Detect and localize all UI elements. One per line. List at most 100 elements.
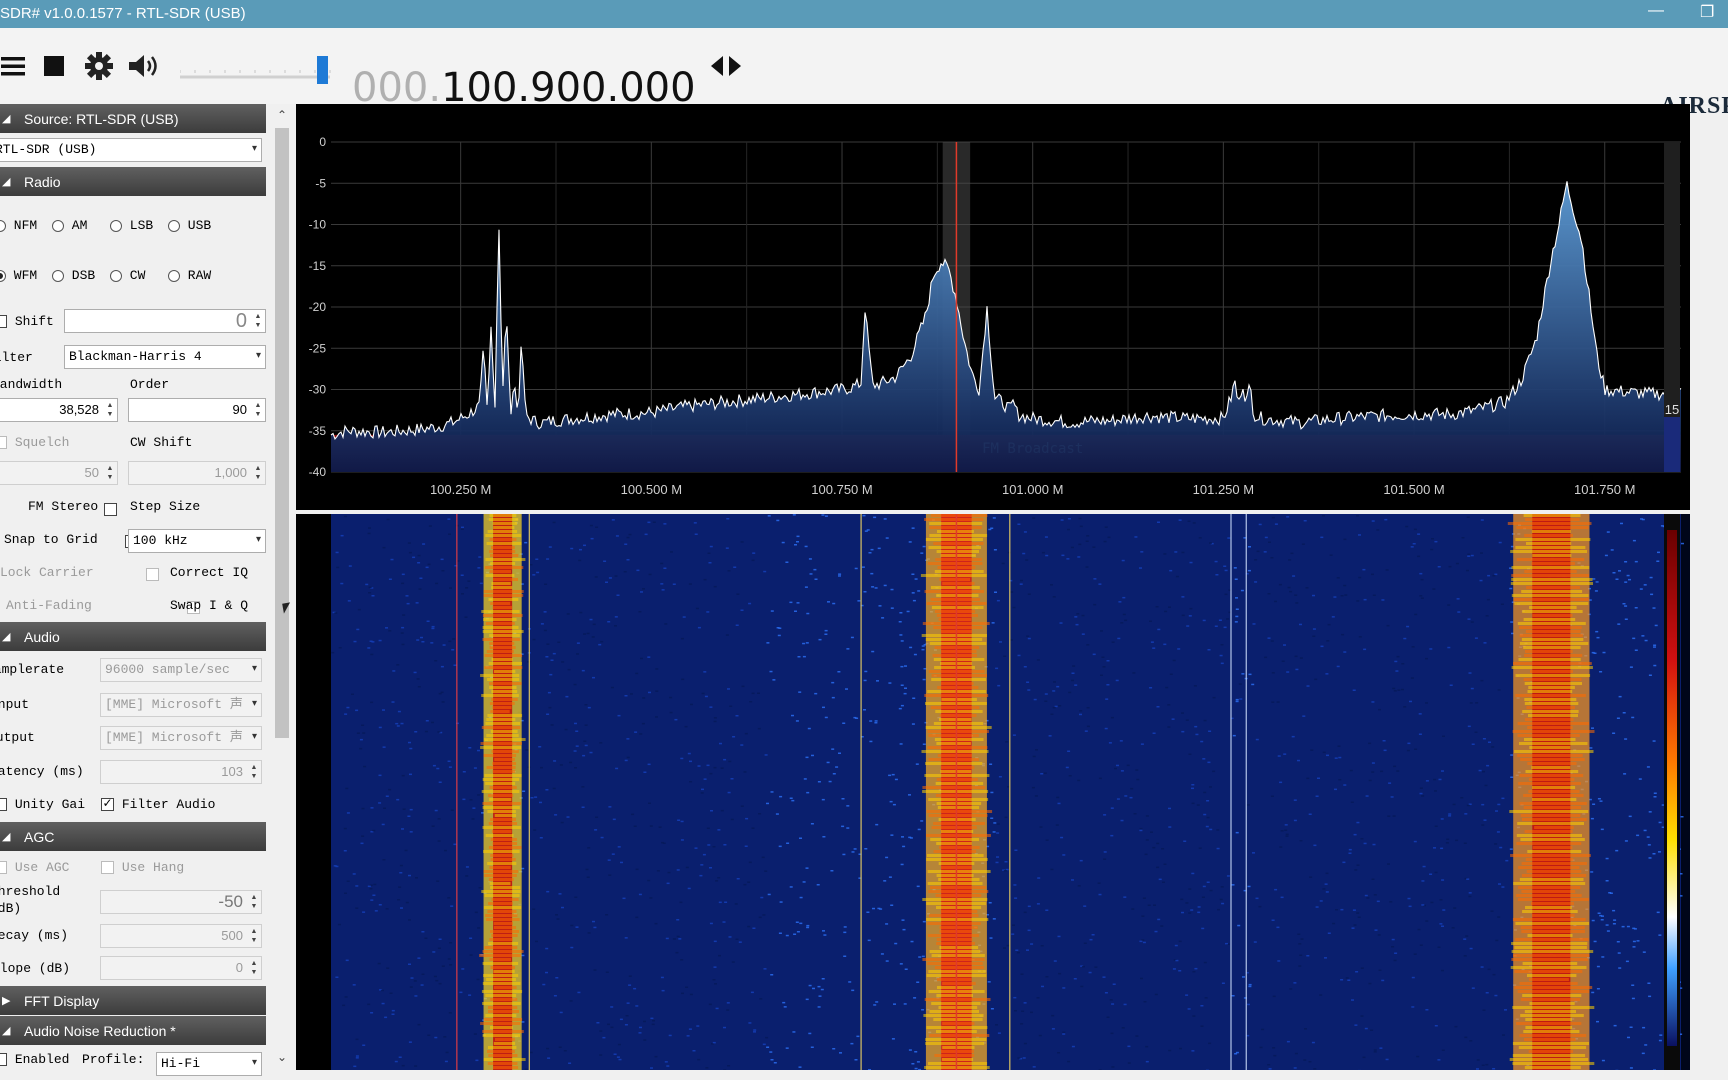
- use-agc-checkbox-row[interactable]: Use AGC: [0, 860, 69, 875]
- menu-button[interactable]: [0, 28, 28, 104]
- waterfall-noise-speck: [1223, 565, 1227, 567]
- filter-audio-checkbox-row[interactable]: ✓ Filter Audio: [101, 797, 215, 812]
- waterfall-noise-speck: [473, 1033, 477, 1035]
- agc-section-header[interactable]: ◢ AGC: [0, 822, 266, 851]
- scroll-up-icon[interactable]: ⌃: [277, 108, 287, 122]
- radio-indicator[interactable]: [168, 269, 180, 282]
- profile-select[interactable]: Hi-Fi ▾: [156, 1052, 262, 1076]
- squelch-field[interactable]: 50 ▲ ▼: [0, 461, 118, 485]
- use-hang-checkbox-row[interactable]: Use Hang: [101, 860, 184, 875]
- source-device-select[interactable]: RTL-SDR (USB) ▾: [0, 138, 262, 162]
- mode-radio-wfm[interactable]: WFM: [0, 268, 37, 283]
- waterfall-signal-band: [487, 1050, 515, 1053]
- minimize-button[interactable]: —: [1648, 2, 1664, 20]
- radio-indicator[interactable]: [110, 269, 122, 282]
- shift-field[interactable]: 0 ▲ ▼: [64, 309, 266, 333]
- mode-radio-usb[interactable]: USB: [168, 218, 211, 233]
- waterfall-noise-speck: [1012, 734, 1016, 736]
- waterfall-noise-speck: [1597, 798, 1601, 800]
- output-device-select[interactable]: [MME] Microsoft 声 ▾: [100, 726, 262, 750]
- noise-reduction-enabled-row[interactable]: Enabled: [0, 1052, 69, 1067]
- fft-display-section-header[interactable]: ▶ FFT Display: [0, 986, 266, 1015]
- stop-button[interactable]: [40, 28, 68, 104]
- filter-audio-checkbox[interactable]: ✓: [101, 798, 114, 812]
- squelch-checkbox-row[interactable]: Squelch: [0, 435, 69, 450]
- unity-gain-checkbox[interactable]: [0, 798, 7, 812]
- waterfall-signal-band: [1511, 666, 1593, 669]
- waterfall-noise-speck: [1505, 859, 1509, 862]
- filter-select[interactable]: Blackman-Harris 4 ▾: [64, 345, 266, 369]
- mode-radio-dsb[interactable]: DSB: [52, 268, 95, 283]
- radio-indicator[interactable]: [52, 269, 64, 282]
- radio-indicator[interactable]: [110, 219, 122, 232]
- volume-slider-thumb[interactable]: [317, 56, 328, 84]
- squelch-checkbox[interactable]: [0, 436, 7, 450]
- mode-radio-cw[interactable]: CW: [110, 268, 145, 283]
- noise-reduction-section-header[interactable]: ◢ Audio Noise Reduction *: [0, 1016, 266, 1045]
- frequency-display[interactable]: 000.100.900.000: [352, 68, 696, 108]
- waterfall-noise-speck: [1641, 518, 1645, 521]
- panel-scrollbar[interactable]: ⌃ ⌄: [272, 104, 292, 1070]
- waterfall-noise-speck: [600, 640, 604, 643]
- mode-radio-am[interactable]: AM: [52, 218, 87, 233]
- waterfall-noise-speck: [640, 591, 643, 593]
- mode-radio-nfm[interactable]: NFM: [0, 218, 37, 233]
- waterfall-noise-speck: [360, 842, 364, 845]
- latency-field[interactable]: 103 ▲ ▼: [100, 760, 262, 784]
- waterfall-noise-speck: [340, 582, 344, 585]
- decay-field[interactable]: 500 ▲ ▼: [100, 924, 262, 948]
- source-section-header[interactable]: ◢ Source: RTL-SDR (USB): [0, 104, 266, 133]
- panel-scrollbar-thumb[interactable]: [275, 128, 289, 738]
- fm-stereo-checkbox[interactable]: [104, 503, 117, 517]
- cw-shift-field[interactable]: 1,000 ▲ ▼: [128, 461, 266, 485]
- slope-field[interactable]: 0 ▲ ▼: [100, 956, 262, 980]
- order-field[interactable]: 90 ▲ ▼: [128, 398, 266, 422]
- waterfall-plot[interactable]: [296, 514, 1690, 1070]
- use-hang-checkbox[interactable]: [101, 861, 114, 875]
- waterfall-noise-speck: [1202, 758, 1206, 760]
- waterfall-noise-speck: [1231, 995, 1235, 997]
- spectrum-analyzer[interactable]: 0 -5 -10 -15 -20 -25 -30 -35 -40 100.250 M 100.500…: [296, 104, 1690, 510]
- waterfall-noise-speck: [804, 586, 808, 588]
- tuning-arrows-button[interactable]: [708, 28, 744, 104]
- input-device-select[interactable]: [MME] Microsoft 声 ▾: [100, 693, 262, 717]
- waterfall-signal-band: [488, 902, 513, 905]
- radio-section-header[interactable]: ◢ Radio: [0, 167, 266, 196]
- waterfall-noise-speck: [1395, 670, 1399, 672]
- spinner-icon: ▲ ▼: [250, 764, 258, 780]
- waterfall-noise-speck: [1200, 740, 1204, 743]
- waterfall-noise-speck: [1481, 1064, 1485, 1066]
- samplerate-select[interactable]: 96000 sample/sec ▾: [100, 658, 262, 682]
- lock-carrier-checkbox[interactable]: [145, 568, 159, 582]
- spectrum-range-indicator[interactable]: [1664, 417, 1680, 472]
- step-size-select[interactable]: 100 kHz ▾: [128, 529, 266, 553]
- volume-slider[interactable]: [179, 56, 340, 84]
- use-agc-checkbox[interactable]: [0, 861, 7, 875]
- waterfall-noise-speck: [1086, 707, 1090, 709]
- audio-mute-button[interactable]: [126, 28, 162, 104]
- waterfall-noise-speck: [914, 578, 918, 580]
- waterfall-colorscale[interactable]: [1667, 530, 1677, 1046]
- noise-reduction-enabled-checkbox[interactable]: [0, 1053, 7, 1067]
- order-label: Order: [130, 377, 170, 392]
- waterfall-signal-band: [483, 1058, 526, 1061]
- settings-button[interactable]: [82, 28, 116, 104]
- unity-gain-checkbox-row[interactable]: Unity Gai: [0, 797, 85, 812]
- scroll-down-icon[interactable]: ⌄: [277, 1050, 287, 1064]
- waterfall-noise-speck: [625, 1015, 629, 1017]
- mode-radio-lsb[interactable]: LSB: [110, 218, 153, 233]
- waterfall-display[interactable]: [296, 514, 1690, 1070]
- mode-radio-raw[interactable]: RAW: [168, 268, 211, 283]
- threshold-field[interactable]: -50 ▲ ▼: [100, 890, 262, 914]
- waterfall-signal-band: [1518, 898, 1589, 901]
- audio-section-header[interactable]: ◢ Audio: [0, 622, 266, 651]
- restore-button[interactable]: ❐: [1700, 2, 1714, 22]
- radio-indicator[interactable]: [52, 219, 64, 232]
- waterfall-noise-speck: [405, 595, 409, 597]
- shift-checkbox-row[interactable]: Shift: [0, 314, 54, 329]
- shift-checkbox[interactable]: [0, 315, 7, 329]
- bandwidth-field[interactable]: 38,528 ▲ ▼: [0, 398, 118, 422]
- waterfall-noise-speck: [713, 720, 717, 723]
- spectrum-plot[interactable]: 0-5-10-15-20-25-30-35-40100.250 M 100.500…: [296, 104, 1690, 510]
- radio-indicator[interactable]: [168, 219, 180, 232]
